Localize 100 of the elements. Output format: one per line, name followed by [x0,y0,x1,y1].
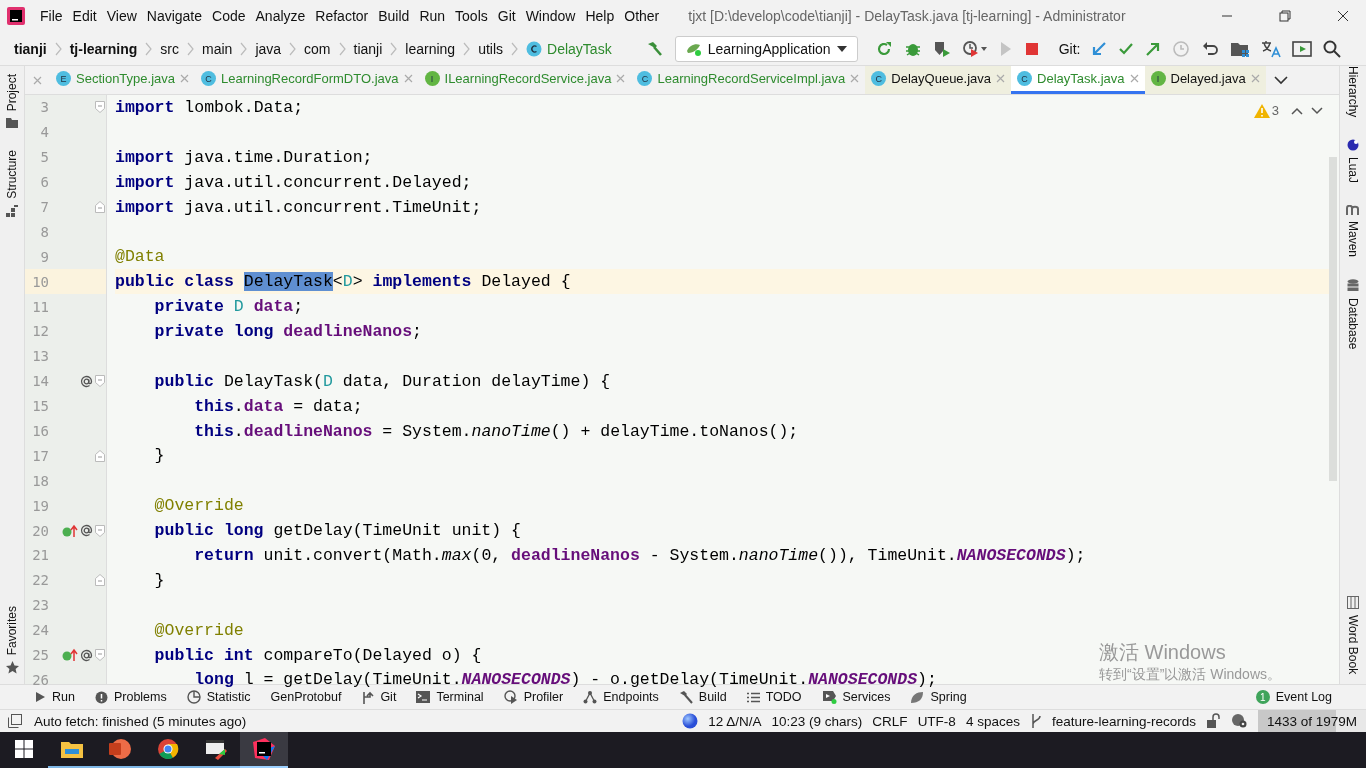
profile-run-icon[interactable] [961,39,988,58]
tool-window-button[interactable]: Build [678,690,727,704]
menu-item[interactable]: Build [373,8,415,24]
breadcrumb[interactable]: java [255,40,282,57]
implements-icon[interactable] [62,523,78,538]
menu-item[interactable]: Run [414,8,451,24]
menu-item[interactable]: File [35,8,68,24]
tool-window-button[interactable]: LuaJ [1346,139,1360,184]
tool-window-button[interactable]: Hierarchy [1346,66,1360,118]
tool-window-button[interactable]: Endpoints [583,690,659,704]
push-arrow-icon[interactable] [1145,40,1162,57]
editor-tab[interactable]: C LearningRecordServiceImpl.java [631,66,866,94]
breadcrumb[interactable]: utils [478,40,504,57]
editor-tab[interactable]: I ILearningRecordService.java [418,66,632,94]
tool-window-button[interactable]: Spring [910,690,967,704]
tool-window-button[interactable]: GenProtobuf [270,690,342,704]
restore-icon[interactable] [1279,10,1291,22]
run-configuration-dropdown[interactable]: LearningApplication [674,35,858,62]
tool-window-button[interactable]: Statistic [186,690,251,704]
chevron-down-icon[interactable] [1273,75,1288,85]
close-tab-icon[interactable] [1129,74,1139,83]
close-icon[interactable] [1337,10,1349,22]
tool-window-button[interactable]: Terminal [416,690,484,704]
menu-item[interactable]: Git [492,8,521,24]
panel-toggle-icon[interactable] [8,714,22,728]
folder-icon [6,117,18,129]
search-icon[interactable] [1323,39,1342,58]
tool-window-button[interactable]: Run [34,690,75,704]
window-play-icon[interactable] [1292,40,1313,57]
tool-window-button[interactable]: Database [1346,279,1360,350]
tool-window-button[interactable]: Profiler [503,690,564,704]
shield-run-icon[interactable] [932,39,951,58]
breadcrumb[interactable]: main [202,40,233,57]
line-separator[interactable]: CRLF [872,713,908,729]
editor-tab[interactable]: E SectionType.java [50,66,195,94]
breadcrumb[interactable]: tj-learning [69,40,138,57]
update-arrow-icon[interactable] [1091,40,1108,57]
editor-tab[interactable]: C DelayQueue.java [865,66,1012,94]
gear-icon[interactable] [1230,713,1248,729]
at-sign-icon[interactable] [80,524,93,538]
code-line: import java.util.concurrent.TimeUnit; [115,197,482,217]
tool-window-button[interactable]: Maven [1346,205,1360,258]
scrollbar-thumb[interactable] [1329,157,1337,481]
tool-window-button[interactable]: Services [821,690,891,704]
menu-item[interactable]: Navigate [141,8,208,24]
line-number: 13 [31,348,49,365]
menu-item[interactable]: View [101,8,142,24]
breadcrumb[interactable]: DelayTask [547,40,612,57]
event-log-button[interactable]: 1 Event Log [1255,690,1332,704]
tool-window-button[interactable]: Git [361,690,397,704]
tool-window-button[interactable]: Word Book [1346,595,1360,674]
close-tab-icon[interactable] [996,74,1006,83]
breadcrumb[interactable]: tianji [353,40,383,57]
breadcrumb[interactable]: src [160,40,179,57]
close-tab-icon[interactable] [1250,74,1260,83]
stop-icon[interactable] [1023,40,1040,57]
tool-window-button[interactable]: Favorites [5,605,19,674]
memory-indicator[interactable]: 1433 of 1979M [1258,710,1366,732]
implements-icon[interactable] [62,648,78,663]
close-tab-icon[interactable] [33,75,42,85]
code-line: long l = getDelay(TimeUnit.NANOSECONDS) - o.getDelay(TimeUnit.NANOSECONDS); [193,670,937,690]
tool-window-button[interactable]: Project [5,74,19,129]
menu-item[interactable]: Analyze [250,8,311,24]
menu-item[interactable]: Help [580,8,620,24]
line-number: 5 [39,149,49,166]
chevron-down-icon[interactable] [1311,106,1323,115]
code-line: public int compareTo(Delayed o) { [153,645,482,665]
close-tab-icon[interactable] [850,74,860,83]
editor-tab[interactable]: C LearningRecordFormDTO.java [195,66,419,94]
close-tab-icon[interactable] [403,74,413,83]
indent-setting[interactable]: 4 spaces [965,713,1020,729]
tool-window-button[interactable]: TODO [746,690,802,704]
breadcrumb[interactable]: learning [405,40,456,57]
menu-item[interactable]: Other [619,8,665,24]
tool-window-button[interactable]: Problems [94,690,167,704]
caret-position[interactable]: 10:23 (9 chars) [771,713,863,729]
at-sign-icon[interactable] [80,648,93,662]
breadcrumb[interactable]: tianji [14,40,47,57]
lock-open-icon[interactable] [1206,713,1220,729]
translate-icon[interactable] [1261,39,1282,58]
menu-item[interactable]: Edit [67,8,102,24]
warning-count: 3 [1271,103,1279,118]
close-tab-icon[interactable] [616,74,626,83]
chevron-right-icon [54,41,62,56]
menu-item[interactable]: Tools [450,8,493,24]
breadcrumb[interactable]: com [304,40,331,57]
chevron-up-icon[interactable] [1291,106,1303,115]
at-sign-icon[interactable] [80,374,93,388]
chevron-right-icon [511,41,519,56]
vcs-status[interactable]: 12 Δ/N/A [708,713,762,729]
close-tab-icon[interactable] [180,74,189,83]
menu-item[interactable]: Window [520,8,581,24]
menu-item[interactable]: Refactor [310,8,374,24]
taskbar-app[interactable] [240,732,288,768]
editor-tab[interactable]: C DelayTask.java [1011,66,1145,94]
editor-tab[interactable]: I Delayed.java [1144,66,1266,94]
tool-window-button[interactable]: Structure [5,150,19,218]
menu-item[interactable]: Code [207,8,251,24]
git-branch[interactable]: feature-learning-records [1051,713,1196,729]
file-encoding[interactable]: UTF-8 [917,713,956,729]
